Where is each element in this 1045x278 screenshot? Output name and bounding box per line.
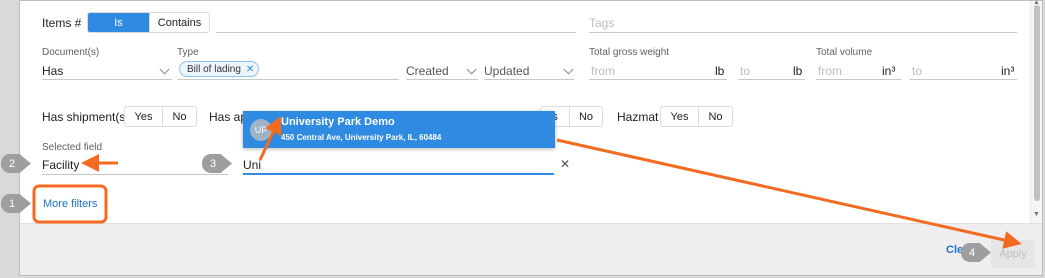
has-shipments-no[interactable]: No [162, 107, 196, 126]
autocomplete-name: University Park Demo [281, 116, 395, 128]
chevron-down-icon[interactable] [159, 64, 170, 75]
hazmat-toggle: Yes No [660, 106, 733, 127]
gross-weight-from: from [591, 64, 615, 78]
updated-select[interactable] [484, 79, 574, 80]
avatar: UP [250, 119, 272, 141]
total-volume-from-input[interactable] [816, 79, 901, 80]
total-volume-unit-to: in³ [1001, 64, 1015, 78]
chevron-down-icon[interactable] [563, 64, 574, 75]
selected-field-value: Facility [42, 158, 80, 172]
autocomplete-option[interactable]: UP University Park Demo 450 Central Ave,… [243, 111, 555, 148]
has-ap-label: Has ap [209, 110, 248, 124]
hazmat-yes[interactable]: Yes [661, 107, 698, 126]
items-mode-is[interactable]: Is [88, 13, 149, 32]
created-select[interactable] [406, 79, 478, 80]
total-volume-from: from [818, 64, 842, 78]
type-chip: Bill of lading ✕ [179, 61, 260, 77]
total-volume-to: to [912, 64, 923, 78]
items-label: Items # [42, 16, 82, 30]
type-select[interactable] [177, 79, 399, 80]
type-label: Type [177, 47, 199, 58]
selected-field-select[interactable] [42, 174, 228, 175]
scroll-thumb[interactable] [1034, 5, 1040, 201]
created-label: Created [406, 64, 449, 78]
gross-weight-to-input[interactable] [738, 79, 805, 80]
has-ap-no[interactable]: No [569, 107, 602, 126]
chevron-down-icon[interactable] [466, 64, 477, 75]
tags-placeholder: Tags [589, 16, 615, 30]
has-shipments-toggle: Yes No [124, 106, 197, 127]
gross-weight-unit-from: lb [715, 64, 725, 78]
gross-weight-to: to [740, 64, 751, 78]
items-input[interactable] [216, 32, 576, 33]
filter-panel: Items # Is Contains Tags Document(s) Has… [19, 0, 1043, 276]
documents-value: Has [42, 64, 64, 78]
more-filters-link[interactable]: More filters [43, 198, 97, 210]
search-input[interactable] [243, 173, 554, 175]
scrollbar[interactable]: ▲ ▼ [1030, 1, 1042, 225]
documents-select[interactable] [42, 79, 172, 80]
documents-label: Document(s) [42, 47, 100, 58]
gross-weight-from-input[interactable] [589, 79, 727, 80]
has-shipments-yes[interactable]: Yes [125, 107, 162, 126]
hazmat-no[interactable]: No [698, 107, 732, 126]
items-mode-contains[interactable]: Contains [149, 13, 209, 32]
gross-weight-unit-to: lb [793, 64, 803, 78]
tags-input[interactable] [589, 32, 1017, 33]
clear-button[interactable]: Cle [946, 244, 963, 256]
footer-bar: Cle [20, 223, 1042, 275]
updated-label: Updated [484, 64, 530, 78]
total-volume-unit-from: in³ [882, 64, 896, 78]
autocomplete-address: 450 Central Ave, University Park, IL, 60… [281, 133, 442, 142]
gross-weight-label: Total gross weight [589, 47, 670, 58]
selected-field-label: Selected field [42, 142, 103, 153]
clear-icon[interactable]: ✕ [560, 157, 570, 171]
type-chip-label: Bill of lading [187, 63, 241, 75]
total-volume-to-input[interactable] [910, 79, 1017, 80]
search-input-value: Uni [243, 158, 262, 172]
items-mode-toggle: Is Contains [87, 12, 210, 33]
close-icon[interactable]: ✕ [246, 64, 254, 75]
total-volume-label: Total volume [816, 47, 873, 58]
apply-button[interactable]: Apply [991, 240, 1035, 268]
has-shipments-label: Has shipment(s) [42, 110, 130, 124]
hazmat-label: Hazmat [617, 110, 659, 124]
scroll-down-icon[interactable]: ▼ [1033, 211, 1040, 218]
